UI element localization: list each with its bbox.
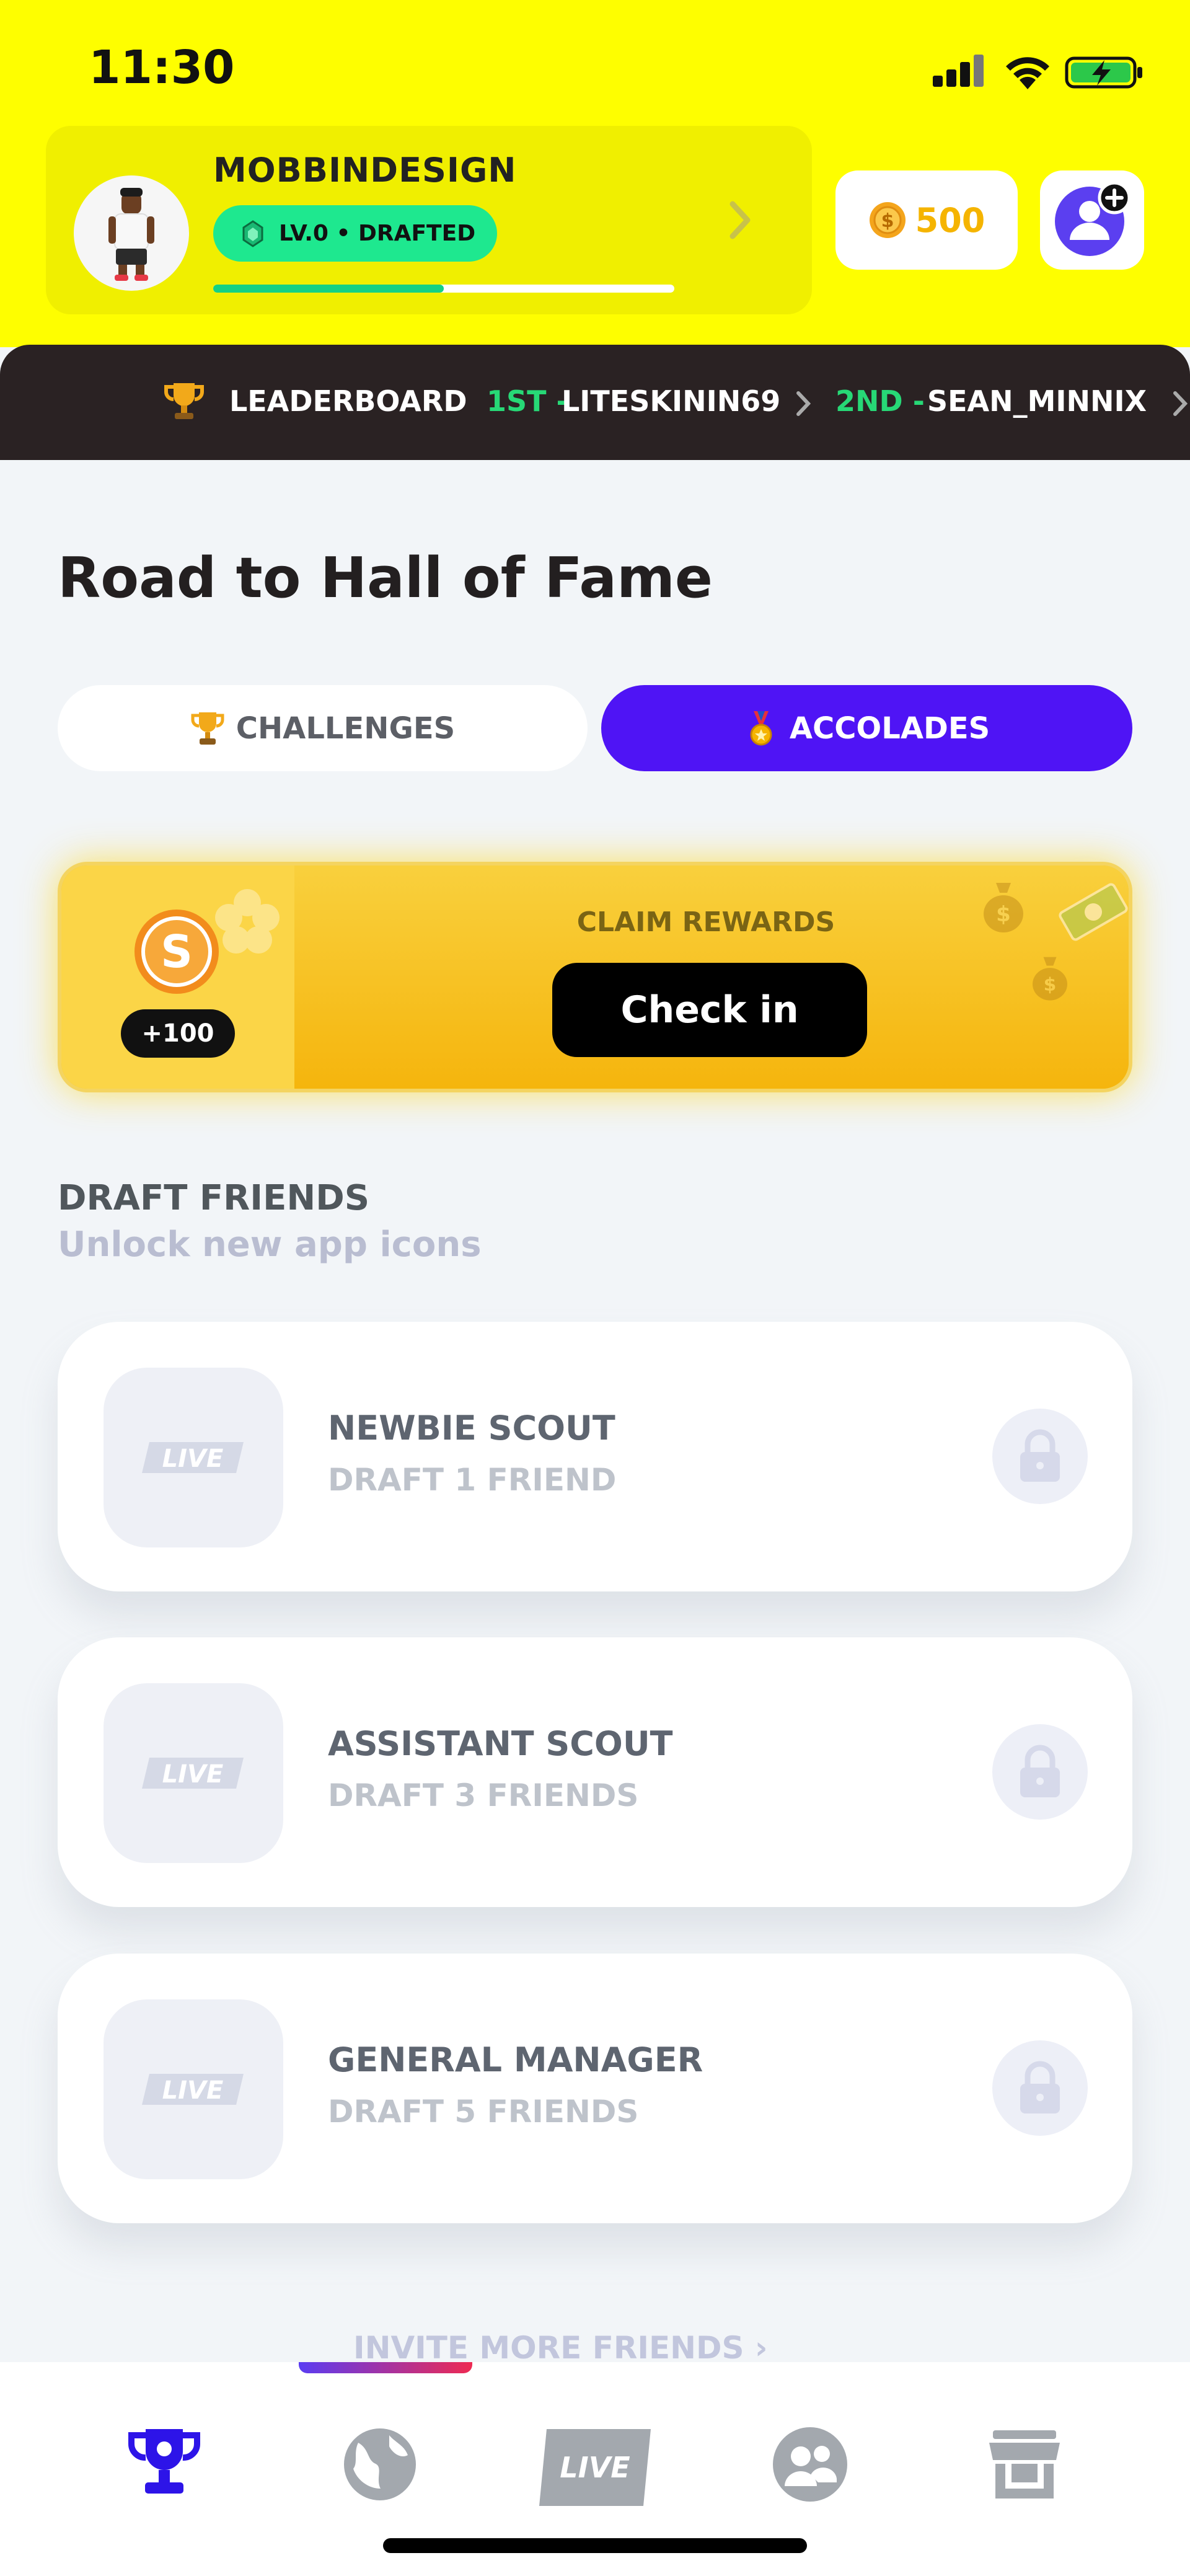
username: MOBBINDESIGN	[213, 151, 517, 190]
add-friend-button[interactable]	[1040, 170, 1144, 270]
invite-more-friends-link[interactable]: INVITE MORE FRIENDS ›	[353, 2330, 768, 2366]
claim-rewards-label: CLAIM REWARDS	[576, 906, 835, 938]
level-label: LV.0 • DRAFTED	[279, 221, 476, 246]
second-player-name[interactable]: SEAN_MINNIX	[927, 384, 1147, 418]
store-icon	[989, 2430, 1060, 2499]
coin-count: 500	[915, 200, 985, 240]
task-name: NEWBIE SCOUT	[328, 1409, 615, 1448]
avatar	[74, 175, 189, 291]
claim-rewards-card: $ $ S +100 CLAIM REWARDS Check in	[58, 862, 1132, 1092]
bottom-tab-bar: LIVE	[0, 2362, 1190, 2576]
xp-progress-bar	[213, 285, 674, 293]
wifi-icon	[1006, 57, 1049, 89]
tab-store[interactable]	[984, 2424, 1065, 2507]
first-player-name[interactable]: LITESKININ69	[562, 384, 780, 418]
lock-badge	[992, 1724, 1088, 1820]
svg-text:LIVE: LIVE	[162, 2076, 224, 2105]
check-in-button[interactable]: Check in	[552, 963, 867, 1057]
leaderboard-ticker[interactable]: LEADERBOARD 1ST - LITESKININ69 2ND - SEA…	[0, 345, 1190, 460]
cash-icon	[1059, 883, 1128, 941]
chevron-right-icon	[796, 391, 811, 416]
coin-icon: S	[134, 910, 219, 994]
live-app-icon: LIVE	[104, 1368, 283, 1547]
lock-icon	[1020, 1429, 1060, 1482]
reward-amount: +100	[121, 1009, 235, 1058]
tab-challenges[interactable]: CHALLENGES	[58, 685, 588, 771]
status-time: 11:30	[89, 41, 235, 94]
add-user-icon	[1055, 181, 1131, 256]
section-subtitle: Unlock new app icons	[58, 1224, 482, 1265]
money-bag-icon: $	[1033, 957, 1067, 1001]
signal-icon	[933, 55, 989, 92]
list-item[interactable]: LIVE ASSISTANT SCOUT DRAFT 3 FRIENDS	[58, 1637, 1132, 1907]
live-app-icon: LIVE	[104, 1683, 283, 1863]
svg-text:$: $	[1044, 974, 1057, 996]
task-name: GENERAL MANAGER	[328, 2040, 703, 2079]
gem-icon	[242, 219, 263, 247]
profile-card[interactable]: MOBBINDESIGN LV.0 • DRAFTED	[46, 126, 812, 314]
tab-accolades[interactable]: ACCOLADES	[601, 685, 1132, 771]
trophy-icon	[164, 383, 204, 419]
level-badge: LV.0 • DRAFTED	[213, 205, 497, 262]
trophy-icon	[128, 2429, 201, 2494]
tab-challenges-label: CHALLENGES	[236, 710, 456, 746]
money-bag-icon: $	[984, 883, 1023, 932]
header: 11:30 MOBBINDESIGN LV.0 • DRAFTED $ 500	[0, 0, 1190, 347]
lock-icon	[1020, 2061, 1060, 2113]
coin-icon: $	[869, 202, 906, 238]
tab-accolades-label: ACCOLADES	[789, 710, 990, 746]
page-title: Road to Hall of Fame	[58, 546, 713, 611]
live-icon: LIVE	[539, 2429, 651, 2506]
leaderboard-label: LEADERBOARD	[229, 384, 467, 418]
task-requirement: DRAFT 5 FRIENDS	[328, 2094, 639, 2130]
lock-badge	[992, 1409, 1088, 1504]
chevron-right-icon	[1173, 391, 1188, 416]
svg-text:$: $	[996, 902, 1011, 927]
svg-text:LIVE: LIVE	[560, 2451, 630, 2484]
chevron-right-icon	[729, 201, 751, 239]
svg-text:LIVE: LIVE	[162, 1760, 224, 1789]
first-rank-label: 1ST -	[487, 384, 568, 418]
section-title: DRAFT FRIENDS	[58, 1178, 370, 1218]
live-app-icon: LIVE	[104, 1999, 283, 2179]
trophy-icon	[191, 712, 224, 745]
svg-text:LIVE: LIVE	[162, 1445, 224, 1473]
coin-balance-button[interactable]: $ 500	[835, 170, 1018, 270]
xp-progress-fill	[213, 285, 444, 293]
active-tab-indicator	[299, 2362, 472, 2373]
lock-badge	[992, 2040, 1088, 2136]
tab-globe[interactable]	[340, 2424, 420, 2507]
task-requirement: DRAFT 1 FRIEND	[328, 1462, 617, 1498]
friends-icon	[773, 2427, 847, 2502]
lock-icon	[1020, 1745, 1060, 1797]
svg-text:S: S	[161, 926, 193, 978]
globe-icon	[344, 2428, 416, 2500]
svg-text:$: $	[881, 210, 894, 232]
home-indicator	[383, 2538, 807, 2553]
tab-trophy[interactable]	[124, 2424, 205, 2501]
battery-icon	[1065, 56, 1142, 89]
medal-icon	[750, 710, 772, 745]
task-name: ASSISTANT SCOUT	[328, 1724, 673, 1763]
tab-friends[interactable]	[770, 2424, 850, 2507]
second-rank-label: 2ND -	[835, 384, 925, 418]
task-requirement: DRAFT 3 FRIENDS	[328, 1777, 639, 1813]
list-item[interactable]: LIVE GENERAL MANAGER DRAFT 5 FRIENDS	[58, 1954, 1132, 2223]
list-item[interactable]: LIVE NEWBIE SCOUT DRAFT 1 FRIEND	[58, 1322, 1132, 1591]
tab-live[interactable]: LIVE	[533, 2424, 657, 2513]
